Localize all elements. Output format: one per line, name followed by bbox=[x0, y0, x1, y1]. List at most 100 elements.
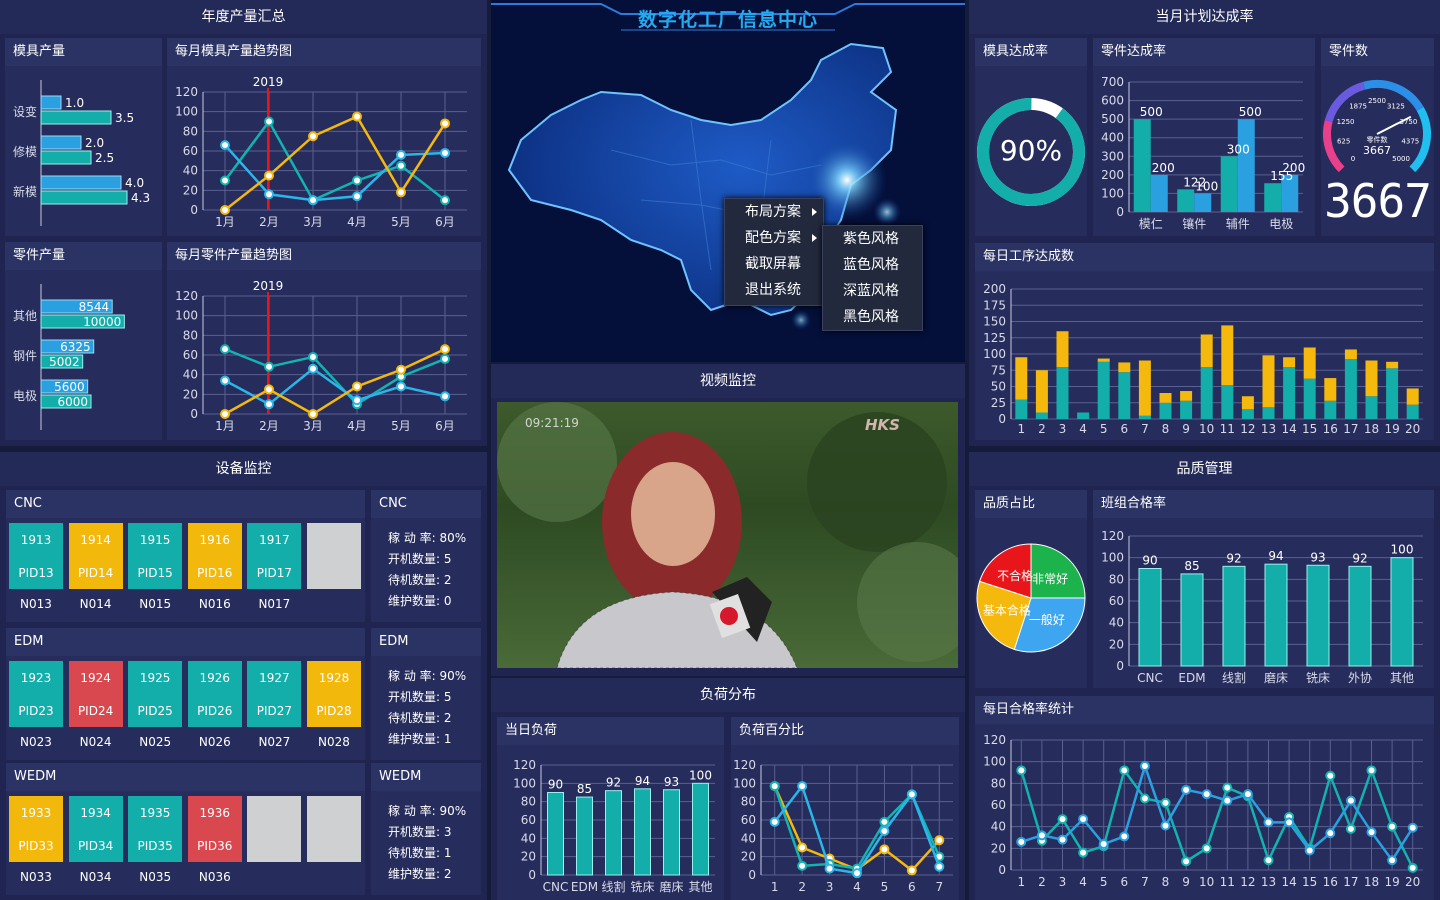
x-tick-label: 5 bbox=[1100, 875, 1108, 889]
y-tick-label: 40 bbox=[183, 164, 198, 178]
y-tick-label: 20 bbox=[183, 183, 198, 197]
submenu-item-blue[interactable]: 蓝色风格 bbox=[823, 252, 922, 278]
data-point bbox=[1057, 834, 1068, 845]
menu-item-exit[interactable]: 退出系统 bbox=[725, 277, 823, 303]
bar bbox=[1386, 368, 1399, 419]
data-point bbox=[308, 409, 318, 419]
machine-tile[interactable]: 1915 PID15 bbox=[128, 523, 183, 589]
machine-id: 1927 bbox=[259, 671, 290, 685]
machine-tile[interactable]: 1913 PID13 bbox=[9, 523, 63, 589]
bar bbox=[1138, 360, 1151, 416]
pie-label: 不合格 bbox=[997, 568, 1033, 583]
submenu-item-deepblue[interactable]: 深蓝风格 bbox=[823, 278, 922, 304]
series-line bbox=[223, 119, 446, 202]
machine-tile[interactable]: 1925 PID25 bbox=[128, 661, 183, 727]
bar bbox=[1077, 412, 1090, 419]
machine-tile[interactable]: 1927 PID27 bbox=[247, 661, 302, 727]
machine-tile[interactable] bbox=[307, 796, 361, 862]
equipment-stat: 待机数量: 1 bbox=[388, 846, 452, 860]
machine-tile[interactable] bbox=[307, 523, 361, 589]
quality-section: 品质管理 品质占比 非常好 一般好 基本合格 不合格 班组合格率 0 20 40 60 80 1… bbox=[969, 452, 1440, 900]
menu-item-layout[interactable]: 布局方案 bbox=[725, 199, 823, 225]
y-tick-label: 100 bbox=[983, 755, 1006, 769]
bar bbox=[1097, 361, 1110, 419]
menu-item-color[interactable]: 配色方案 bbox=[725, 225, 823, 251]
panel-title: 零件产量 bbox=[5, 242, 162, 270]
machine-pid: PID17 bbox=[256, 566, 293, 580]
x-tick-label: 10 bbox=[1199, 422, 1214, 436]
y-tick-label: 100 bbox=[983, 347, 1006, 361]
bar bbox=[1056, 367, 1069, 419]
machine-id: 1915 bbox=[139, 533, 171, 547]
x-tick-label: 6 bbox=[908, 880, 916, 894]
x-tick-label: 模仁 bbox=[1139, 217, 1163, 231]
machine-tile[interactable]: 1936 PID36 bbox=[187, 796, 242, 862]
machine-pid: PID34 bbox=[77, 839, 114, 853]
data-label: 100 bbox=[689, 768, 712, 782]
x-tick-label: 其他 bbox=[1390, 671, 1414, 685]
group-title: CNC bbox=[6, 490, 365, 518]
submenu-item-black[interactable]: 黑色风格 bbox=[823, 304, 922, 330]
bar bbox=[40, 150, 92, 165]
video-player[interactable]: 09:21:19 HKS bbox=[497, 402, 958, 668]
equipment-stat: 待机数量: 2 bbox=[388, 711, 452, 725]
machine-label: N024 bbox=[79, 735, 112, 749]
data-point bbox=[879, 844, 890, 855]
machine-label: N017 bbox=[258, 597, 291, 611]
menu-item-screenshot[interactable]: 截取屏幕 bbox=[725, 251, 823, 277]
machine-tile[interactable]: 1933 PID33 bbox=[9, 796, 63, 862]
machine-tile[interactable]: 1934 PID34 bbox=[68, 796, 123, 862]
x-tick-label: CNC bbox=[1137, 671, 1163, 685]
x-tick-label: 辅件 bbox=[1226, 217, 1250, 231]
category-label: 其他 bbox=[13, 309, 37, 323]
daily-proc-panel: 每日工序达成数 0 25 50 75 100 125 150 175 200 1 2 3 4 5 6 7 8 9 1… bbox=[975, 243, 1434, 440]
data-point bbox=[1284, 817, 1295, 828]
machine-tile[interactable]: 1935 PID35 bbox=[128, 796, 183, 862]
quality-ratio-panel: 品质占比 非常好 一般好 基本合格 不合格 bbox=[975, 490, 1087, 688]
machine-tile[interactable]: 1916 PID16 bbox=[187, 523, 242, 589]
machine-label: N026 bbox=[198, 735, 231, 749]
submenu-item-purple[interactable]: 紫色风格 bbox=[823, 226, 922, 252]
machine-label: N013 bbox=[20, 597, 52, 611]
machine-tile[interactable]: 1923 PID23 bbox=[9, 661, 63, 727]
x-tick-label: 铣床 bbox=[630, 880, 654, 894]
panel-title: 每月零件产量趋势图 bbox=[167, 242, 481, 270]
daily-pass-chart: 0204060801001201 2 3 4 5 6 7 8 9 10 11 12 13 14 15 16 17… bbox=[983, 733, 1423, 889]
y-tick-label: 100 bbox=[1101, 551, 1124, 565]
data-label: 8544 bbox=[79, 300, 110, 314]
machine-id: 1926 bbox=[199, 671, 231, 685]
bar bbox=[1406, 388, 1419, 405]
machine-pid: PID35 bbox=[137, 839, 173, 853]
machine-tile[interactable] bbox=[247, 796, 302, 862]
x-tick-label: 17 bbox=[1343, 875, 1358, 889]
panel-title: 零件数 bbox=[1321, 38, 1434, 66]
machine-tile[interactable]: 1926 PID26 bbox=[187, 661, 242, 727]
x-tick-label: 磨床 bbox=[1264, 671, 1288, 685]
machine-tile[interactable]: 1914 PID14 bbox=[68, 523, 123, 589]
y-tick-label: 20 bbox=[741, 850, 756, 864]
x-tick-label: 线割 bbox=[1222, 670, 1246, 685]
x-tick-label: 4 bbox=[1079, 875, 1087, 889]
data-point bbox=[352, 381, 362, 392]
data-point bbox=[1181, 784, 1192, 795]
x-tick-label: CNC bbox=[543, 880, 569, 894]
data-label: 2.0 bbox=[85, 136, 104, 150]
machine-tile[interactable]: 1928 PID28 bbox=[307, 661, 361, 727]
plan-section: 当月计划达成率 模具达成率 90% 零件达成率 0 100 200 300 400 500… bbox=[969, 0, 1440, 446]
x-tick-label: 16 bbox=[1323, 875, 1338, 889]
y-tick-label: 0 bbox=[190, 203, 198, 217]
data-label: 100 bbox=[1391, 543, 1414, 557]
group-title: EDM bbox=[6, 628, 365, 656]
data-point bbox=[440, 391, 450, 402]
machine-tile[interactable]: 1917 PID17 bbox=[247, 523, 302, 589]
team-pass-panel: 班组合格率 0 20 40 60 80 100 120 90 CNC 85 EDM 92 线割 94 磨床 9… bbox=[1093, 490, 1434, 688]
bar bbox=[1237, 119, 1255, 212]
mold-rate-value: 90% bbox=[999, 134, 1063, 167]
y-tick-label: 40 bbox=[521, 831, 536, 845]
data-label: 6325 bbox=[60, 340, 91, 354]
machine-tile[interactable]: 1924 PID24 bbox=[68, 661, 123, 727]
y-tick-label: 80 bbox=[991, 776, 1006, 790]
series-line bbox=[224, 114, 447, 211]
y-tick-label: 25 bbox=[991, 396, 1006, 410]
y-tick-label: 60 bbox=[183, 144, 198, 158]
